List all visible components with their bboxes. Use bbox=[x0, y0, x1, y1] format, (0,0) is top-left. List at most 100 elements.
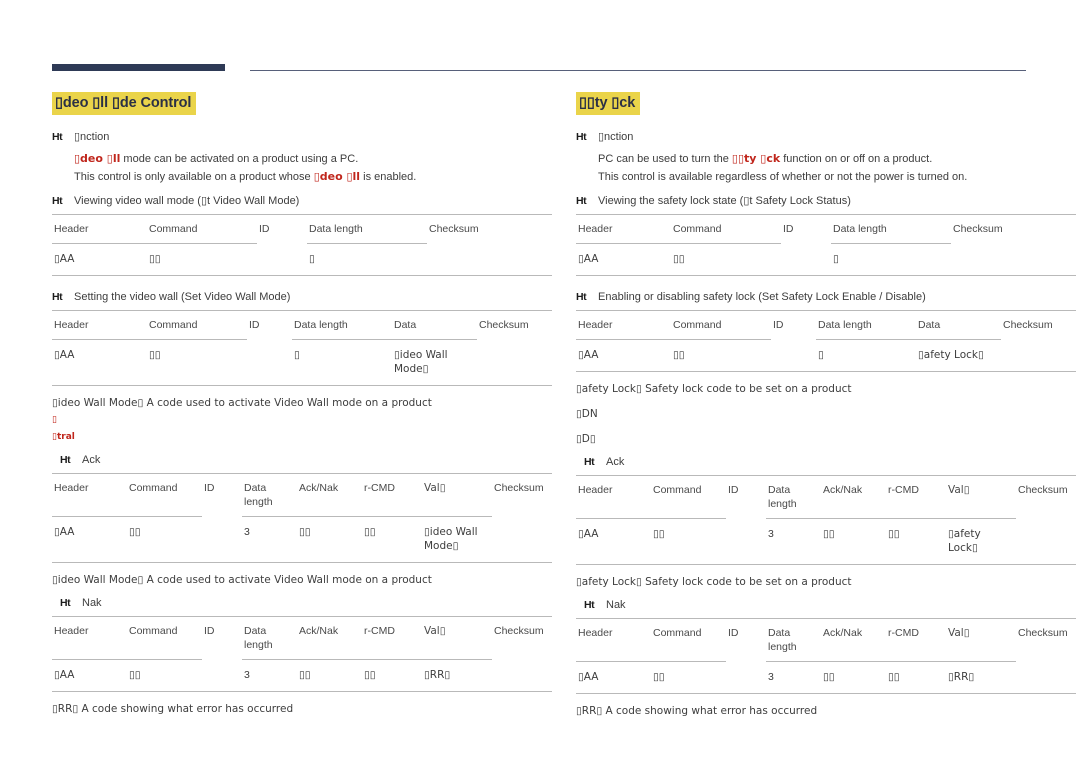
table-value-row: ▯AA ▯▯ 3 ▯▯ ▯▯ ▯ideo Wall Mode▯ bbox=[52, 516, 552, 563]
bullet-icon: Ht bbox=[52, 195, 63, 207]
cell-command: ▯▯ bbox=[147, 339, 247, 386]
table-value-row: ▯AA ▯▯ ▯ ▯ideo Wall Mode▯ bbox=[52, 339, 552, 386]
col-header-data: Data bbox=[392, 310, 477, 340]
cell-command: ▯▯ bbox=[147, 243, 257, 276]
section-title-video-wall: ▯deo ▯ll ▯de Control bbox=[52, 92, 197, 115]
bullet-icon: Ht bbox=[576, 195, 587, 207]
col-header-id: ID bbox=[202, 473, 242, 517]
col-header-data-length: Data length bbox=[766, 618, 821, 662]
cell-header: ▯AA bbox=[576, 661, 651, 694]
cell-r-cmd: ▯▯ bbox=[362, 516, 422, 563]
section-title-safety-lock: ▯▯ty ▯ck bbox=[576, 92, 641, 115]
bullet-icon: Ht bbox=[584, 456, 595, 468]
cell-ack-nak: ▯▯ bbox=[297, 516, 362, 563]
cell-r-cmd: ▯▯ bbox=[362, 659, 422, 692]
function-line-1: ▯deo ▯ll mode can be activated on a prod… bbox=[74, 150, 552, 168]
col-header-id: ID bbox=[257, 214, 307, 244]
col-header-command: Command bbox=[127, 473, 202, 517]
table-header-row: Header Command ID Data length Ack/Nak r-C… bbox=[52, 473, 552, 517]
function-line-2: This control is available regardless of … bbox=[598, 168, 1076, 186]
cell-checksum bbox=[1001, 340, 1076, 372]
function-line-1-post: function on or off on a product. bbox=[780, 153, 933, 165]
cell-val: ▯ideo Wall Mode▯ bbox=[422, 516, 492, 563]
note-nak-safety-lock: ▯afety Lock▯ Safety lock code to be set … bbox=[576, 576, 852, 588]
col-header-r-cmd: r-CMD bbox=[362, 616, 422, 660]
cell-ack-nak: ▯▯ bbox=[821, 518, 886, 565]
cell-header: ▯AA bbox=[52, 659, 127, 692]
cell-data-length: ▯ bbox=[831, 243, 951, 276]
nak-label: Nak bbox=[606, 599, 626, 611]
col-header-id: ID bbox=[771, 310, 816, 340]
table-header-row: Header Command ID Data length Ack/Nak r-C… bbox=[576, 475, 1076, 519]
col-header-data-word: Data bbox=[768, 627, 791, 639]
bullet-icon: Ht bbox=[60, 597, 71, 609]
cell-id bbox=[726, 519, 766, 565]
cell-checksum bbox=[477, 340, 552, 386]
col-header-checksum: Checksum bbox=[477, 310, 552, 340]
function-line-2: This control is only available on a prod… bbox=[74, 168, 552, 186]
col-header-r-cmd: r-CMD bbox=[886, 618, 946, 662]
table-bottom-rule bbox=[576, 564, 1076, 565]
cell-command: ▯▯ bbox=[651, 661, 726, 694]
view-mode-label: Viewing video wall mode (▯t Video Wall M… bbox=[74, 195, 300, 207]
header-rule-thick bbox=[52, 64, 225, 71]
cell-r-cmd: ▯▯ bbox=[886, 518, 946, 565]
col-header-length-word: length bbox=[768, 498, 797, 510]
cell-header: ▯AA bbox=[576, 339, 671, 372]
table-header-row: Header Command ID Data length Data Check… bbox=[52, 310, 552, 340]
note-nak-video-wall: ▯ideo Wall Mode▯ A code used to activate… bbox=[52, 574, 432, 586]
value-off: ▯D▯ bbox=[576, 433, 596, 445]
col-header-id: ID bbox=[247, 310, 292, 340]
col-header-checksum: Checksum bbox=[951, 214, 1076, 244]
table-header-row: Header Command ID Data length Ack/Nak r-C… bbox=[52, 616, 552, 660]
cell-header: ▯AA bbox=[52, 339, 147, 386]
table-ack-safety-lock: Header Command ID Data length Ack/Nak r-C… bbox=[576, 475, 1076, 565]
col-header-header: Header bbox=[52, 214, 147, 244]
col-header-checksum: Checksum bbox=[492, 616, 552, 660]
cell-id bbox=[771, 340, 816, 372]
cell-checksum bbox=[492, 517, 552, 563]
function-line-1-pre: PC can be used to turn the bbox=[598, 153, 732, 165]
col-header-command: Command bbox=[651, 618, 726, 662]
cell-id bbox=[202, 517, 242, 563]
cell-checksum bbox=[427, 244, 552, 276]
table-header-row: Header Command ID Data length Data Check… bbox=[576, 310, 1076, 340]
table-value-row: ▯AA ▯▯ 3 ▯▯ ▯▯ ▯RR▯ bbox=[576, 661, 1076, 694]
col-header-checksum: Checksum bbox=[1016, 475, 1076, 519]
table-header-row: Header Command ID Data length Checksum bbox=[576, 214, 1076, 244]
col-header-data-length: Data length bbox=[242, 616, 297, 660]
table-value-row: ▯AA ▯▯ ▯ bbox=[576, 243, 1076, 276]
col-header-data-length: Data length bbox=[292, 310, 392, 340]
table-nak-video-wall: Header Command ID Data length Ack/Nak r-C… bbox=[52, 616, 552, 692]
col-header-command: Command bbox=[147, 214, 257, 244]
cell-val: ▯afety Lock▯ bbox=[946, 518, 1016, 565]
cell-id bbox=[257, 244, 307, 276]
bullet-set-mode-left: Ht Setting the video wall (Set Video Wal… bbox=[52, 289, 552, 306]
note-error-left: ▯RR▯ A code showing what error has occur… bbox=[52, 703, 294, 715]
col-header-header: Header bbox=[576, 310, 671, 340]
nak-label: Nak bbox=[82, 597, 102, 609]
cell-id bbox=[726, 662, 766, 694]
col-header-header: Header bbox=[52, 616, 127, 660]
cell-id bbox=[202, 660, 242, 692]
note-red-1: ▯ bbox=[52, 415, 57, 425]
function-red-term-1: ▯deo ▯ll bbox=[74, 152, 121, 165]
col-header-data-length: Data length bbox=[242, 473, 297, 517]
col-header-data: Data bbox=[916, 310, 1001, 340]
col-header-ack-nak: Ack/Nak bbox=[821, 618, 886, 662]
table-set-safety-lock: Header Command ID Data length Data Check… bbox=[576, 310, 1076, 372]
cell-val: ▯RR▯ bbox=[946, 661, 1016, 694]
col-header-ack-nak: Ack/Nak bbox=[297, 473, 362, 517]
col-header-r-cmd: r-CMD bbox=[362, 473, 422, 517]
note-red-2: ▯tral bbox=[52, 432, 75, 442]
page-header-rule bbox=[52, 62, 1026, 74]
function-line-2-pre: This control is only available on a prod… bbox=[74, 171, 314, 183]
col-header-data-word: Data bbox=[244, 482, 267, 494]
cell-checksum bbox=[1016, 519, 1076, 565]
col-header-val: Val▯ bbox=[422, 473, 492, 517]
col-header-checksum: Checksum bbox=[492, 473, 552, 517]
view-state-label: Viewing the safety lock state (▯t Safety… bbox=[598, 195, 851, 207]
cell-checksum bbox=[492, 660, 552, 692]
